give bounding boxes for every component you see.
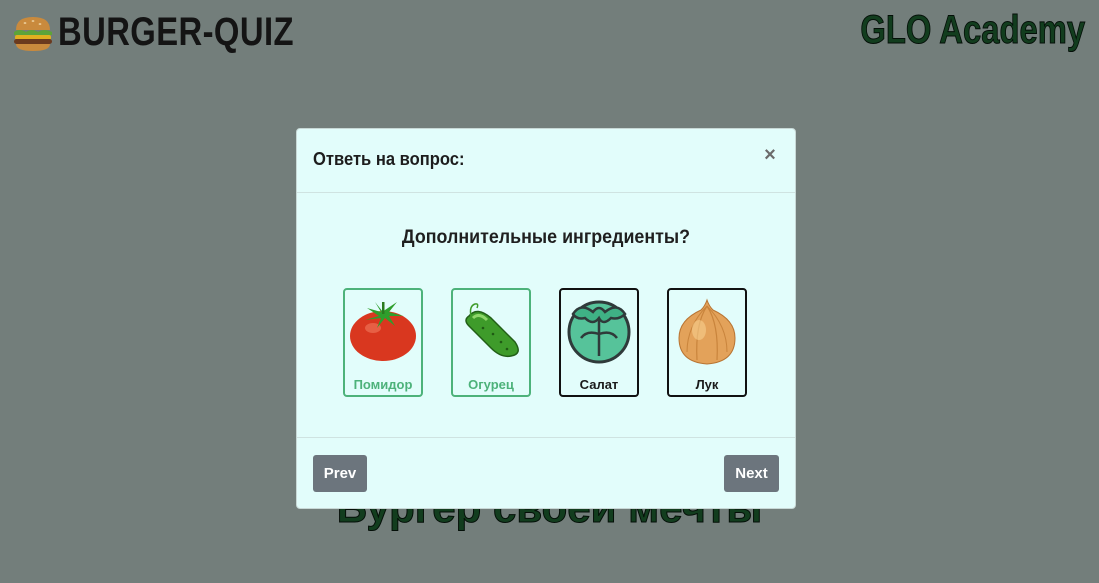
answer-option-tomato[interactable]: Помидор (343, 288, 423, 397)
lettuce-icon (567, 300, 631, 364)
answer-option-cucumber[interactable]: Огурец (451, 288, 531, 397)
onion-icon (678, 298, 736, 365)
answer-option-lettuce[interactable]: Салат (559, 288, 639, 397)
answer-label: Салат (579, 377, 619, 392)
answer-option-onion[interactable]: Лук (667, 288, 747, 397)
tomato-icon (350, 302, 416, 361)
quiz-modal: Ответь на вопрос: × Дополнительные ингре… (296, 128, 796, 509)
academy-title: GLO Academy (860, 8, 1086, 53)
logo: BURGER-QUIZ (12, 10, 346, 55)
answer-options: Помидор Огурец Салат Лук (343, 288, 747, 397)
answer-label: Огурец (468, 377, 514, 392)
modal-footer: Prev Next (297, 437, 795, 510)
modal-header: Ответь на вопрос: × (297, 129, 795, 193)
modal-title: Ответь на вопрос: (313, 149, 465, 169)
question-text: Дополнительные ингредиенты? (401, 227, 691, 248)
answer-label: Лук (695, 377, 719, 392)
close-button[interactable]: × (759, 144, 781, 166)
prev-button[interactable]: Prev (313, 455, 367, 492)
burger-icon (14, 16, 52, 51)
logo-title: BURGER-QUIZ (58, 10, 294, 54)
next-button[interactable]: Next (724, 455, 779, 492)
cucumber-icon (465, 303, 519, 358)
answer-label: Помидор (353, 377, 413, 392)
